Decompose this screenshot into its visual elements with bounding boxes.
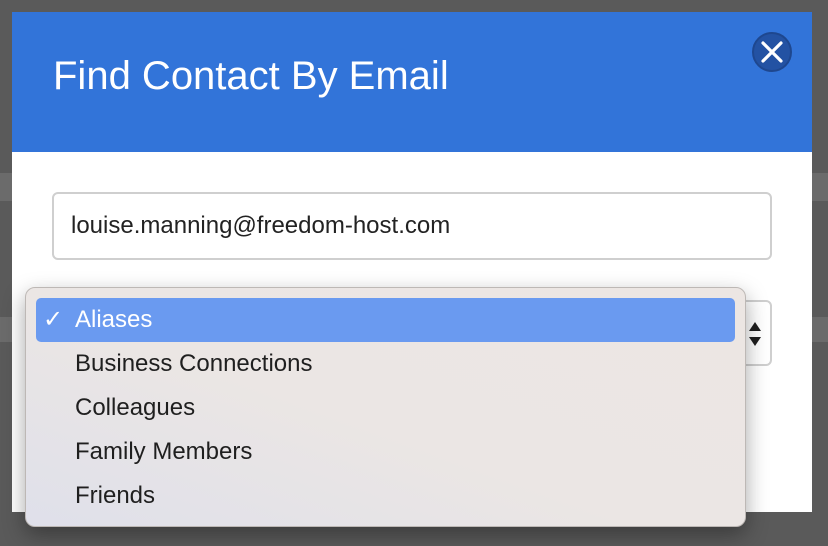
dialog-header: Find Contact By Email	[12, 12, 812, 152]
option-label: Business Connections	[75, 350, 313, 377]
checkmark-icon: ✓	[43, 306, 64, 333]
dropdown-option-friends[interactable]: Friends	[36, 474, 735, 518]
option-label: Aliases	[75, 306, 153, 333]
dropdown-option-family-members[interactable]: Family Members	[36, 430, 735, 474]
option-label: Family Members	[75, 438, 253, 465]
close-icon	[761, 41, 783, 63]
dropdown-option-aliases[interactable]: ✓ Aliases	[36, 298, 735, 342]
dropdown-option-colleagues[interactable]: Colleagues	[36, 386, 735, 430]
option-label: Colleagues	[75, 394, 196, 421]
select-arrows-icon	[749, 322, 761, 346]
email-input[interactable]	[52, 192, 772, 260]
close-button[interactable]	[752, 32, 792, 72]
dialog-title: Find Contact By Email	[53, 54, 449, 98]
dropdown-option-business-connections[interactable]: Business Connections	[36, 342, 735, 386]
option-label: Friends	[75, 482, 156, 509]
contact-group-dropdown: ✓ Aliases Business Connections Colleague…	[25, 287, 746, 527]
